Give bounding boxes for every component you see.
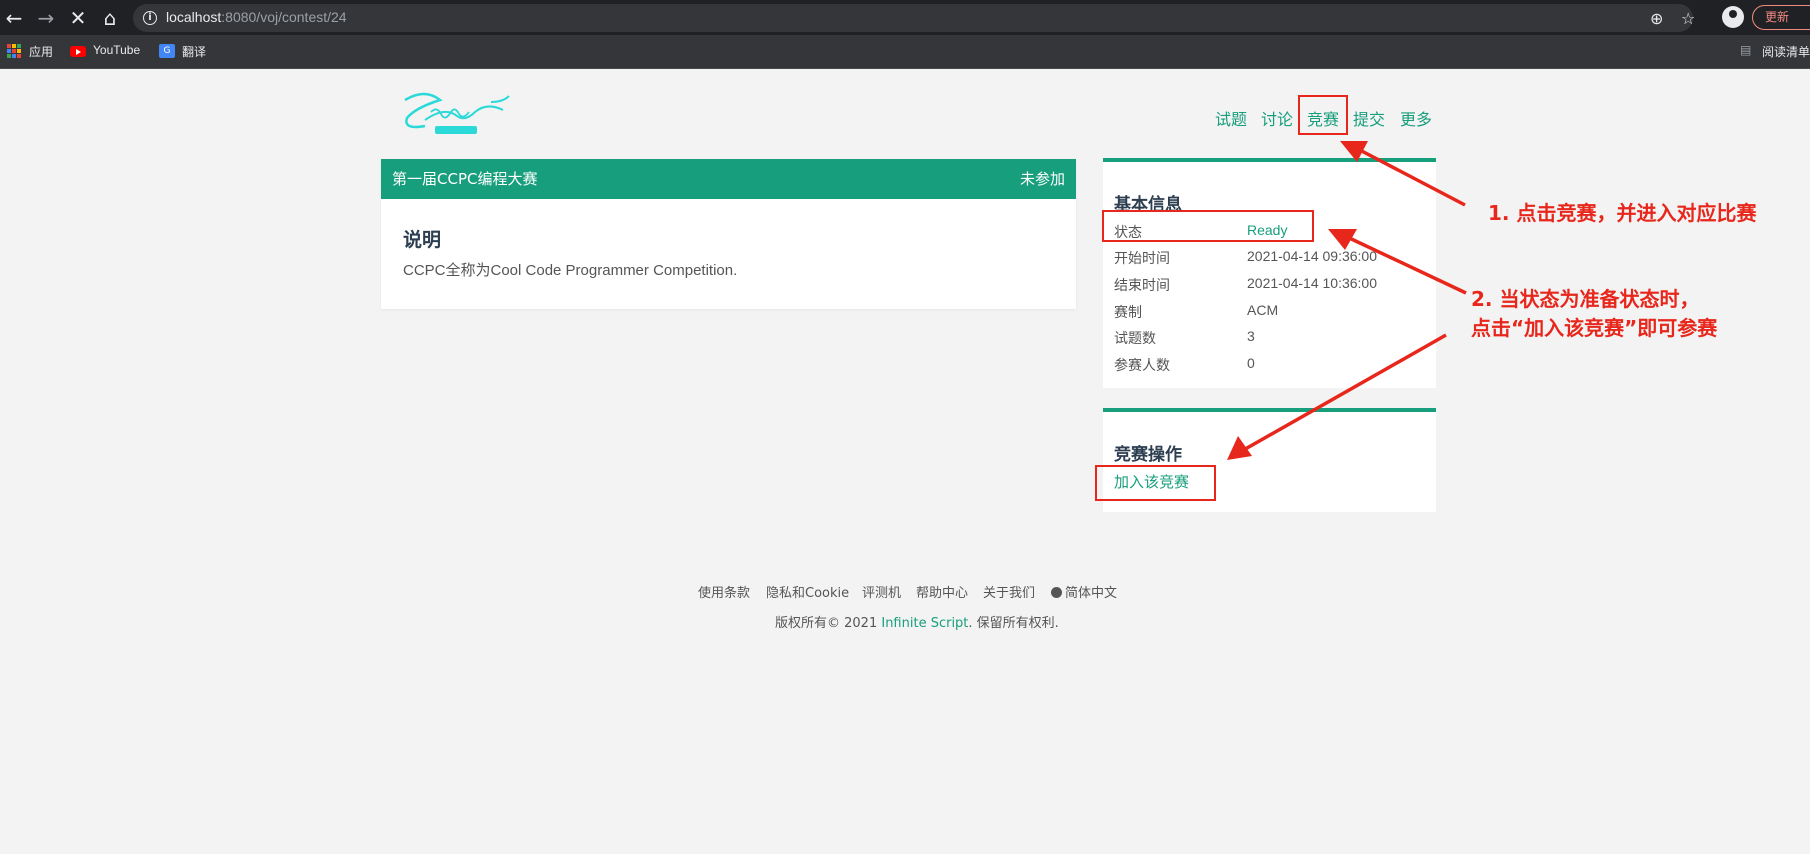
annotation-arrows: [1227, 141, 1467, 460]
annotation-step2-line2: 点击“加入该竞赛”即可参赛: [1471, 316, 1718, 340]
annotation-step2-line1: 2. 当状态为准备状态时，: [1471, 287, 1700, 311]
annotation-step1: 1. 点击竞赛，并进入对应比赛: [1488, 201, 1757, 225]
